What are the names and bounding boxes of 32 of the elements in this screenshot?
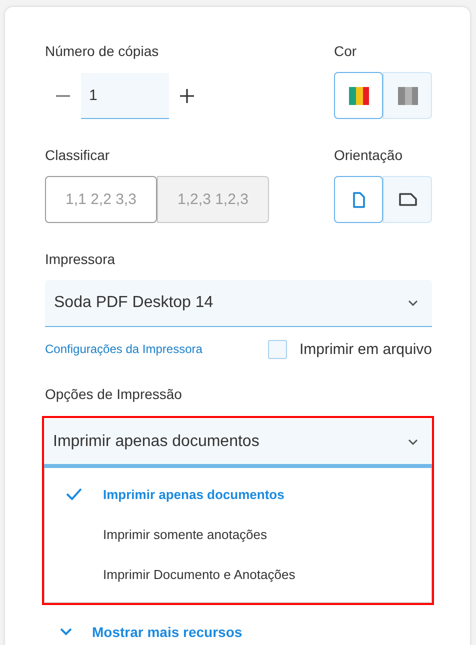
striped-bars-icon bbox=[348, 86, 368, 104]
landscape-button[interactable] bbox=[383, 176, 432, 223]
chevron-down-icon bbox=[408, 438, 418, 444]
menu-item[interactable]: Imprimir apenas documentos bbox=[45, 474, 431, 514]
plus-icon[interactable] bbox=[179, 88, 195, 104]
copies-label: Número de cópias bbox=[45, 42, 160, 61]
print-options-label: Opções de Impressão bbox=[45, 385, 183, 404]
print-to-file-checkbox[interactable] bbox=[268, 340, 288, 358]
print-options-select[interactable]: Imprimir apenas documentos bbox=[44, 419, 432, 468]
copies-field[interactable]: 1 bbox=[81, 72, 169, 118]
color-button[interactable] bbox=[334, 72, 383, 119]
show-more-link[interactable]: Mostrar mais recursos bbox=[60, 624, 242, 640]
portrait-button[interactable] bbox=[334, 176, 383, 223]
menu-item-label: Imprimir apenas documentos bbox=[103, 486, 284, 502]
color-label: Cor bbox=[334, 42, 358, 61]
portrait-page-icon bbox=[352, 192, 364, 208]
printer-select[interactable]: Soda PDF Desktop 14 bbox=[45, 280, 432, 327]
grayscale-button[interactable] bbox=[383, 72, 432, 119]
collate-label: Classificar bbox=[45, 146, 111, 165]
printer-settings-link[interactable]: Configurações da Impressora bbox=[45, 342, 202, 356]
printer-label: Impressora bbox=[45, 250, 116, 269]
menu-item[interactable]: Imprimir somente anotações bbox=[45, 514, 431, 554]
chevron-down-icon bbox=[60, 628, 72, 636]
menu-item-label: Imprimir somente anotações bbox=[103, 526, 268, 542]
striped-bars-icon bbox=[398, 86, 418, 104]
menu-item-label: Imprimir Documento e Anotações bbox=[103, 566, 296, 582]
landscape-page-icon bbox=[398, 193, 416, 206]
chevron-down-icon bbox=[408, 300, 418, 306]
checkmark-icon bbox=[66, 488, 82, 500]
menu-item[interactable]: Imprimir Documento e Anotações bbox=[45, 554, 431, 594]
print-to-file-label: Imprimir em arquivo bbox=[299, 340, 432, 358]
orientation-label: Orientação bbox=[334, 146, 404, 165]
